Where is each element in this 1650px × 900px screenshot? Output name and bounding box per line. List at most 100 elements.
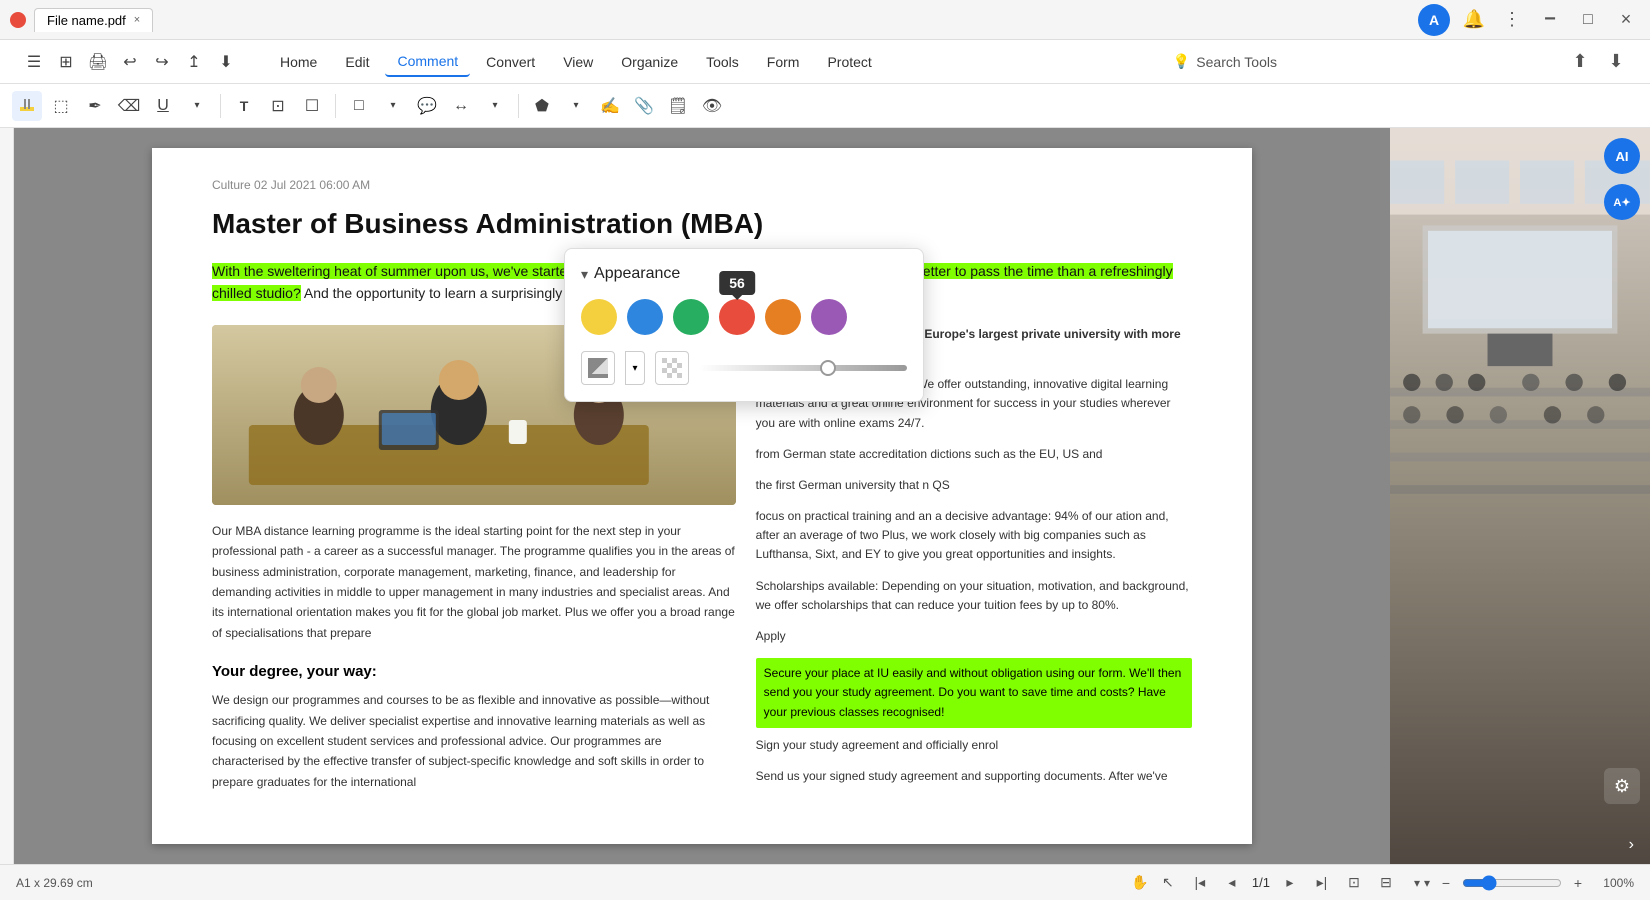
- right-item-sign: Sign your study agreement and officially…: [756, 736, 1192, 755]
- opacity-slider-track[interactable]: [699, 365, 907, 371]
- measure-dropdown-btn[interactable]: ▾: [480, 91, 510, 121]
- maximize-btn[interactable]: □: [1574, 6, 1602, 34]
- user-avatar[interactable]: A: [1418, 4, 1450, 36]
- zoom-out-btn[interactable]: −: [1434, 871, 1458, 895]
- menu-convert[interactable]: Convert: [474, 48, 547, 76]
- zoom-controls: ▾ ▾ − + 100%: [1414, 871, 1634, 895]
- share-icon[interactable]: ↥: [180, 48, 208, 76]
- pencil-btn[interactable]: ✒: [80, 91, 110, 121]
- opacity-slider-thumb[interactable]: [820, 360, 836, 376]
- measure-btn[interactable]: ↔: [446, 91, 476, 121]
- menu-protect[interactable]: Protect: [815, 48, 883, 76]
- apply-highlight: Secure your place at IU easily and witho…: [764, 666, 1182, 718]
- swatch-red[interactable]: 56: [719, 299, 755, 335]
- text-btn[interactable]: T: [229, 91, 259, 121]
- menu-organize[interactable]: Organize: [609, 48, 690, 76]
- rectangle-btn[interactable]: □: [344, 91, 374, 121]
- menu-comment[interactable]: Comment: [385, 47, 470, 77]
- menu-view[interactable]: View: [551, 48, 605, 76]
- undo-icon[interactable]: ↩: [116, 48, 144, 76]
- ai-icon-2[interactable]: A✦: [1604, 184, 1640, 220]
- callout-btn[interactable]: 💬: [412, 91, 442, 121]
- close-btn[interactable]: ×: [1612, 6, 1640, 34]
- document-area: Culture 02 Jul 2021 06:00 AM Master of B…: [14, 128, 1390, 864]
- fit-width-btn[interactable]: ⊟: [1374, 871, 1398, 895]
- search-tools-area[interactable]: 💡 Search Tools: [1173, 53, 1277, 70]
- collapse-icon[interactable]: ⬇: [1602, 48, 1630, 76]
- sticker-btn[interactable]: 🗒: [663, 91, 693, 121]
- settings-icon-panel[interactable]: ⚙: [1604, 768, 1640, 804]
- right-item-3: from German state accreditation dictions…: [756, 445, 1192, 464]
- eye-btn[interactable]: 👁: [697, 91, 727, 121]
- swatch-purple[interactable]: [811, 299, 847, 335]
- fill-dropdown-btn[interactable]: ▾: [625, 351, 645, 385]
- pointer-tool-btn[interactable]: ↖: [1156, 871, 1180, 895]
- appearance-header: ▾ Appearance: [581, 265, 907, 283]
- right-item-4: the first German university that n QS: [756, 476, 1192, 495]
- redo-icon[interactable]: ↪: [148, 48, 176, 76]
- color-swatches: 56: [581, 299, 907, 335]
- stamp-btn[interactable]: ⬟: [527, 91, 557, 121]
- rectangle-dropdown-btn[interactable]: ▾: [378, 91, 408, 121]
- prev-page-btn[interactable]: ◂: [1220, 871, 1244, 895]
- right-item-scholarships: Scholarships available: Depending on you…: [756, 577, 1192, 615]
- zoom-slider[interactable]: [1462, 875, 1562, 891]
- body-left-title: Your degree, your way:: [212, 663, 736, 680]
- select-area-btn[interactable]: ⬚: [46, 91, 76, 121]
- swatch-green[interactable]: [673, 299, 709, 335]
- menubar: ☰ ⊞ 🖨 ↩ ↪ ↥ ⬇ Home Edit Comment Convert …: [0, 40, 1650, 84]
- pattern-icon[interactable]: [655, 351, 689, 385]
- upload-icon[interactable]: ⬆: [1566, 48, 1594, 76]
- scroll-right-icon[interactable]: ›: [1629, 836, 1634, 854]
- highlight-tool-btn[interactable]: [12, 91, 42, 121]
- menu-edit[interactable]: Edit: [333, 48, 381, 76]
- zoom-dropdown[interactable]: ▾ ▾: [1414, 876, 1430, 890]
- page-dimensions: A1 x 29.69 cm: [16, 876, 93, 890]
- right-item-apply-label: Apply: [756, 627, 1192, 646]
- stamp-dropdown-btn[interactable]: ▾: [561, 91, 591, 121]
- underline-btn[interactable]: U: [148, 91, 178, 121]
- sidebar-toggle-icon[interactable]: ☰: [20, 48, 48, 76]
- eraser-btn[interactable]: ⌫: [114, 91, 144, 121]
- document-tab[interactable]: File name.pdf ×: [34, 8, 153, 32]
- chevron-icon[interactable]: ▾: [581, 266, 588, 283]
- swatch-orange[interactable]: [765, 299, 801, 335]
- zoom-label: ▾: [1414, 876, 1420, 890]
- tab-close-btn[interactable]: ×: [134, 14, 140, 26]
- last-page-btn[interactable]: ▸|: [1310, 871, 1334, 895]
- next-page-btn[interactable]: ▸: [1278, 871, 1302, 895]
- thumbnail-icon[interactable]: ⊞: [52, 48, 80, 76]
- appearance-popup: ▾ Appearance 56: [564, 248, 924, 402]
- tab-filename: File name.pdf: [47, 13, 126, 28]
- send-text: Send us your signed study agreement and …: [756, 769, 1168, 783]
- minimize-btn[interactable]: −: [1536, 6, 1564, 34]
- zoom-in-btn[interactable]: +: [1566, 871, 1590, 895]
- notifications-icon[interactable]: 🔔: [1460, 6, 1488, 34]
- zoom-label-2: ▾: [1424, 876, 1430, 890]
- body-right-text-area: Our MBA distance learning programme is t…: [212, 521, 736, 643]
- search-tools-label: Search Tools: [1196, 54, 1277, 70]
- swatch-yellow[interactable]: [581, 299, 617, 335]
- menu-tools[interactable]: Tools: [694, 48, 751, 76]
- menu-home[interactable]: Home: [268, 48, 329, 76]
- swatch-blue[interactable]: [627, 299, 663, 335]
- apply-label-text: Apply: [756, 629, 786, 643]
- fit-page-btn[interactable]: ⊡: [1342, 871, 1366, 895]
- toolbar-sep-1: [220, 94, 221, 118]
- download-icon[interactable]: ⬇: [212, 48, 240, 76]
- menu-form[interactable]: Form: [755, 48, 812, 76]
- fill-color-btn[interactable]: [581, 351, 615, 385]
- print-icon[interactable]: 🖨: [84, 48, 112, 76]
- textbox-btn[interactable]: ☐: [297, 91, 327, 121]
- crop-btn[interactable]: ⊡: [263, 91, 293, 121]
- attach-btn[interactable]: 📎: [629, 91, 659, 121]
- more-options-icon[interactable]: ⋮: [1498, 6, 1526, 34]
- signature-btn[interactable]: ✍: [595, 91, 625, 121]
- cursor-tool-btn[interactable]: ✋: [1128, 871, 1152, 895]
- underline-dropdown-btn[interactable]: ▾: [182, 91, 212, 121]
- ai-icon-1[interactable]: AI: [1604, 138, 1640, 174]
- view-tools: ✋ ↖: [1128, 871, 1180, 895]
- first-page-btn[interactable]: |◂: [1188, 871, 1212, 895]
- search-icon: 💡: [1173, 53, 1190, 70]
- titlebar-controls: A 🔔 ⋮ − □ ×: [1418, 4, 1640, 36]
